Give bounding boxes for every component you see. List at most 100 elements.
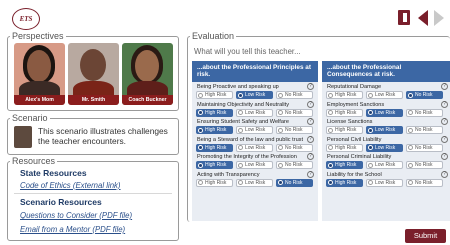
consequences-header: ...about the Professional Consequences a… (322, 61, 450, 82)
risk-options: High Risk Low Risk No Risk (326, 178, 443, 187)
help-icon[interactable]: ? (441, 100, 448, 108)
risk-option-label: No Risk (415, 144, 433, 151)
help-icon[interactable]: ? (307, 170, 314, 178)
email-from-mentor-link[interactable]: Email from a Mentor (PDF file) (20, 225, 125, 234)
risk-option-radio[interactable]: No Risk (276, 108, 313, 117)
risk-option-radio[interactable]: Low Risk (236, 178, 273, 187)
radio-dot-icon (278, 110, 283, 115)
risk-option-radio[interactable]: High Risk (326, 108, 363, 117)
risk-option-label: No Risk (415, 127, 433, 133)
risk-option-radio[interactable]: Low Risk (236, 91, 273, 99)
risk-options: High Risk Low Risk No Risk (326, 108, 443, 117)
risk-option-radio[interactable]: High Risk (326, 143, 363, 152)
principles-header: ...about the Professional Principles at … (192, 61, 318, 82)
risk-option-label: High Risk (205, 144, 227, 151)
risk-option-label: Low Risk (245, 92, 266, 98)
risk-option-label: No Risk (415, 109, 433, 116)
radio-dot-icon (368, 162, 373, 168)
face-shape (135, 50, 159, 82)
risk-item: Personal Criminal Liability? High Risk Low… (322, 152, 450, 170)
risk-options: High Risk Low Risk No Risk (196, 143, 313, 152)
help-icon[interactable]: ? (307, 100, 314, 108)
risk-option-radio[interactable]: High Risk (196, 126, 233, 134)
risk-option-radio[interactable]: No Risk (406, 126, 443, 134)
risk-option-radio[interactable]: No Risk (276, 143, 313, 152)
risk-option-radio[interactable]: No Risk (276, 178, 313, 187)
risk-option-radio[interactable]: Low Risk (366, 108, 403, 117)
risk-option-radio[interactable]: Low Risk (366, 91, 403, 99)
forward-arrow-icon[interactable] (434, 10, 444, 26)
risk-option-label: Low Risk (375, 144, 396, 151)
risk-option-radio[interactable]: Low Risk (366, 178, 403, 187)
risk-option-radio[interactable]: High Risk (196, 161, 233, 169)
risk-option-radio[interactable]: High Risk (196, 91, 233, 99)
radio-dot-icon (278, 162, 283, 168)
risk-option-radio[interactable]: High Risk (196, 108, 233, 117)
help-icon[interactable]: ? (441, 170, 448, 178)
questions-to-consider-link[interactable]: Questions to Consider (PDF file) (20, 211, 132, 220)
book-icon[interactable] (398, 10, 410, 25)
help-icon[interactable]: ? (441, 153, 448, 160)
risk-option-radio[interactable]: No Risk (406, 108, 443, 117)
submit-button[interactable]: Submit (405, 229, 446, 243)
risk-item: Being Proactive and speaking up? High Ris… (192, 82, 318, 100)
risk-option-radio[interactable]: No Risk (276, 91, 313, 99)
risk-option-radio[interactable]: No Risk (406, 161, 443, 169)
risk-option-radio[interactable]: Low Risk (366, 126, 403, 134)
radio-dot-icon (198, 110, 203, 115)
risk-option-label: High Risk (205, 92, 227, 98)
risk-options: High Risk Low Risk No Risk (196, 108, 313, 117)
risk-option-radio[interactable]: Low Risk (236, 126, 273, 134)
risk-item: Acting with Transparency? High Risk Low Ri… (192, 170, 318, 188)
help-icon[interactable]: ? (307, 135, 314, 143)
help-icon[interactable]: ? (307, 153, 314, 160)
risk-item: Personal Civil Liability? High Risk Low Ri… (322, 135, 450, 153)
risk-option-radio[interactable]: Low Risk (366, 143, 403, 152)
risk-option-label: No Risk (415, 162, 433, 168)
risk-item-label: Liability for the School (327, 171, 382, 178)
risk-option-radio[interactable]: High Risk (196, 143, 233, 152)
radio-dot-icon (198, 180, 203, 185)
scenario-thumbnail (14, 126, 32, 148)
risk-option-radio[interactable]: High Risk (326, 178, 363, 187)
risk-option-label: No Risk (285, 179, 303, 186)
perspective-mr-smith[interactable]: Mr. Smith (68, 43, 119, 105)
risk-option-radio[interactable]: No Risk (406, 143, 443, 152)
risk-option-radio[interactable]: High Risk (326, 91, 363, 99)
perspective-coach-buckner[interactable]: Coach Buckner (122, 43, 173, 105)
resources-legend: Resources (10, 156, 58, 166)
help-icon[interactable]: ? (441, 135, 448, 143)
app-root: ETS Perspectives Alex's Mom Mr. Smith Co… (0, 0, 450, 245)
back-arrow-icon[interactable] (418, 10, 428, 26)
risk-option-radio[interactable]: No Risk (276, 126, 313, 134)
risk-option-radio[interactable]: High Risk (326, 161, 363, 169)
perspective-alexs-mom[interactable]: Alex's Mom (14, 43, 65, 105)
perspective-caption: Mr. Smith (68, 95, 119, 105)
risk-option-radio[interactable]: Low Risk (236, 108, 273, 117)
risk-option-radio[interactable]: Low Risk (236, 143, 273, 152)
help-icon[interactable]: ? (441, 118, 448, 125)
radio-dot-icon (238, 110, 243, 115)
face-shape (27, 50, 51, 82)
radio-dot-icon (408, 127, 413, 133)
risk-option-label: Low Risk (375, 179, 396, 186)
risk-option-radio[interactable]: High Risk (196, 178, 233, 187)
risk-option-radio[interactable]: Low Risk (366, 161, 403, 169)
help-icon[interactable]: ? (307, 118, 314, 125)
risk-option-radio[interactable]: No Risk (406, 178, 443, 187)
risk-option-radio[interactable]: High Risk (326, 126, 363, 134)
risk-option-label: High Risk (335, 179, 357, 186)
risk-option-label: Low Risk (375, 162, 396, 168)
help-icon[interactable]: ? (441, 83, 448, 90)
radio-dot-icon (278, 180, 283, 185)
risk-option-label: No Risk (285, 92, 303, 98)
risk-option-label: High Risk (205, 162, 227, 168)
risk-option-radio[interactable]: Low Risk (236, 161, 273, 169)
risk-option-radio[interactable]: No Risk (276, 161, 313, 169)
radio-dot-icon (328, 145, 333, 150)
risk-options: High Risk Low Risk No Risk (196, 161, 313, 169)
risk-option-radio[interactable]: No Risk (406, 91, 443, 99)
help-icon[interactable]: ? (307, 83, 314, 90)
code-of-ethics-link[interactable]: Code of Ethics (External link) (20, 181, 121, 190)
risk-option-label: No Risk (415, 92, 433, 98)
